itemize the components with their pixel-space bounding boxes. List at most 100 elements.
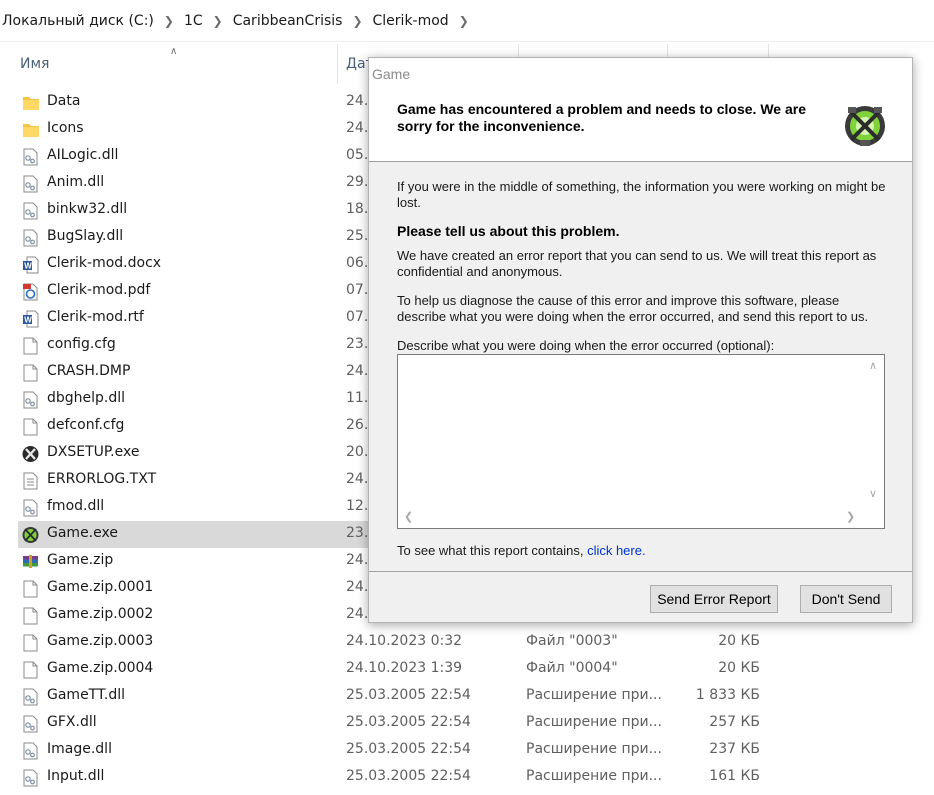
text-file-icon bbox=[23, 472, 38, 490]
folder-icon bbox=[23, 97, 39, 110]
dll-icon bbox=[23, 229, 38, 247]
scroll-up-icon[interactable]: ∧ bbox=[869, 359, 877, 372]
dll-icon bbox=[23, 202, 38, 220]
file-name: BugSlay.dll bbox=[47, 228, 124, 244]
file-type: Расширение при... bbox=[526, 768, 662, 784]
game-logo-icon bbox=[845, 106, 885, 146]
file-name: Game.zip.0004 bbox=[47, 660, 154, 676]
file-name: defconf.cfg bbox=[47, 417, 125, 433]
dll-icon bbox=[23, 148, 38, 166]
dialog-titlebar[interactable]: Game bbox=[369, 58, 912, 90]
game-icon bbox=[22, 527, 39, 543]
file-type: Расширение при... bbox=[526, 741, 662, 757]
file-type: Расширение при... bbox=[526, 714, 662, 730]
file-icon bbox=[23, 607, 38, 625]
scroll-down-icon[interactable]: ∨ bbox=[869, 487, 877, 500]
file-date: 24.10.2023 1:39 bbox=[346, 660, 463, 676]
file-row[interactable]: Input.dll 25.03.2005 22:54 Расширение при.… bbox=[0, 764, 934, 791]
svg-text:W: W bbox=[24, 316, 32, 325]
file-size: 20 КБ bbox=[718, 660, 760, 676]
file-size: 257 КБ bbox=[709, 714, 760, 730]
file-name: Image.dll bbox=[47, 741, 112, 757]
click-here-link[interactable]: click here. bbox=[587, 543, 646, 558]
file-row[interactable]: GFX.dll 25.03.2005 22:54 Расширение при...… bbox=[0, 710, 934, 737]
file-name: fmod.dll bbox=[47, 498, 105, 514]
sort-ascending-icon: ∧ bbox=[170, 46, 178, 57]
file-name: AILogic.dll bbox=[47, 147, 119, 163]
file-row[interactable]: Game.zip.0004 24.10.2023 1:39 Файл "0004" 2… bbox=[0, 656, 934, 683]
file-size: 237 КБ bbox=[709, 741, 760, 757]
dialog-divider bbox=[369, 571, 912, 572]
file-name: Clerik-mod.rtf bbox=[47, 309, 144, 325]
xbox-icon bbox=[22, 446, 39, 462]
dialog-tell-us-heading: Please tell us about this problem. bbox=[397, 223, 620, 239]
file-type: Расширение при... bbox=[526, 687, 662, 703]
dialog-title: Game bbox=[372, 66, 411, 82]
file-name: binkw32.dll bbox=[47, 201, 128, 217]
dll-icon bbox=[23, 688, 38, 706]
file-row[interactable]: Image.dll 25.03.2005 22:54 Расширение при.… bbox=[0, 737, 934, 764]
dll-icon bbox=[23, 391, 38, 409]
archive-icon bbox=[23, 555, 38, 568]
file-icon bbox=[23, 364, 38, 382]
dll-icon bbox=[23, 769, 38, 787]
file-name: Game.exe bbox=[47, 525, 118, 541]
file-date: 24.10.2023 0:32 bbox=[346, 633, 463, 649]
file-name: dbghelp.dll bbox=[47, 390, 126, 406]
column-header-name[interactable]: Имя bbox=[20, 56, 49, 72]
describe-textarea[interactable]: ∧ ∨ ❮ ❯ bbox=[397, 354, 885, 529]
chevron-right-icon[interactable]: ❯ bbox=[156, 14, 182, 28]
file-name: Game.zip.0003 bbox=[47, 633, 154, 649]
dialog-heading: Game has encountered a problem and needs… bbox=[397, 101, 806, 134]
dialog-intro-text: If you were in the middle of something, … bbox=[397, 179, 886, 210]
pdf-icon bbox=[23, 283, 38, 301]
breadcrumb-local-disk[interactable]: Локальный диск (C:) bbox=[0, 13, 156, 29]
dont-send-button[interactable]: Don't Send bbox=[800, 585, 892, 613]
dialog-report-text: We have created an error report that you… bbox=[397, 248, 877, 279]
file-size: 20 КБ bbox=[718, 633, 760, 649]
file-name: GFX.dll bbox=[47, 714, 97, 730]
file-icon bbox=[23, 580, 38, 598]
file-size: 161 КБ bbox=[709, 768, 760, 784]
file-icon bbox=[23, 661, 38, 679]
dialog-diagnose-text: To help us diagnose the cause of this er… bbox=[397, 293, 869, 324]
dll-icon bbox=[23, 175, 38, 193]
file-name: Input.dll bbox=[47, 768, 105, 784]
scroll-right-icon[interactable]: ❯ bbox=[846, 510, 855, 523]
chevron-right-icon[interactable]: ❯ bbox=[451, 14, 477, 28]
chevron-right-icon[interactable]: ❯ bbox=[344, 14, 370, 28]
file-icon bbox=[23, 337, 38, 355]
file-name: config.cfg bbox=[47, 336, 116, 352]
svg-text:W: W bbox=[24, 262, 32, 271]
file-name: Icons bbox=[47, 120, 84, 136]
file-row[interactable]: Game.zip.0003 24.10.2023 0:32 Файл "0003" 2… bbox=[0, 629, 934, 656]
folder-icon bbox=[23, 124, 39, 137]
dll-icon bbox=[23, 742, 38, 760]
send-error-report-button[interactable]: Send Error Report bbox=[650, 585, 778, 613]
file-date: 25.03.2005 22:54 bbox=[346, 741, 471, 757]
dialog-header: Game has encountered a problem and needs… bbox=[369, 90, 912, 162]
breadcrumb-1c[interactable]: 1C bbox=[182, 13, 205, 29]
file-name: Anim.dll bbox=[47, 174, 105, 190]
scroll-left-icon[interactable]: ❮ bbox=[404, 510, 413, 523]
file-row[interactable]: GameTT.dll 25.03.2005 22:54 Расширение при… bbox=[0, 683, 934, 710]
file-name: Game.zip.0001 bbox=[47, 579, 154, 595]
file-date: 25.03.2005 22:54 bbox=[346, 714, 471, 730]
file-date: 25.03.2005 22:54 bbox=[346, 687, 471, 703]
file-name: GameTT.dll bbox=[47, 687, 125, 703]
file-name: Game.zip bbox=[47, 552, 114, 568]
word-icon: W bbox=[23, 310, 39, 328]
dll-icon bbox=[23, 499, 38, 517]
breadcrumb-clerik-mod[interactable]: Clerik-mod bbox=[371, 13, 451, 29]
file-icon bbox=[23, 634, 38, 652]
horizontal-scrollbar[interactable]: ❮ ❯ bbox=[398, 507, 864, 528]
chevron-right-icon[interactable]: ❯ bbox=[205, 14, 231, 28]
vertical-scrollbar[interactable]: ∧ ∨ bbox=[864, 355, 884, 507]
file-size: 1 833 КБ bbox=[695, 687, 760, 703]
file-type: Файл "0004" bbox=[526, 660, 618, 676]
breadcrumb-caribbean-crisis[interactable]: CaribbeanCrisis bbox=[231, 13, 345, 29]
describe-label: Describe what you were doing when the er… bbox=[397, 338, 775, 353]
report-contents-line: To see what this report contains, click … bbox=[397, 543, 889, 559]
breadcrumb: Локальный диск (C:) ❯ 1C ❯ CaribbeanCris… bbox=[0, 0, 934, 42]
column-divider[interactable] bbox=[337, 44, 338, 84]
